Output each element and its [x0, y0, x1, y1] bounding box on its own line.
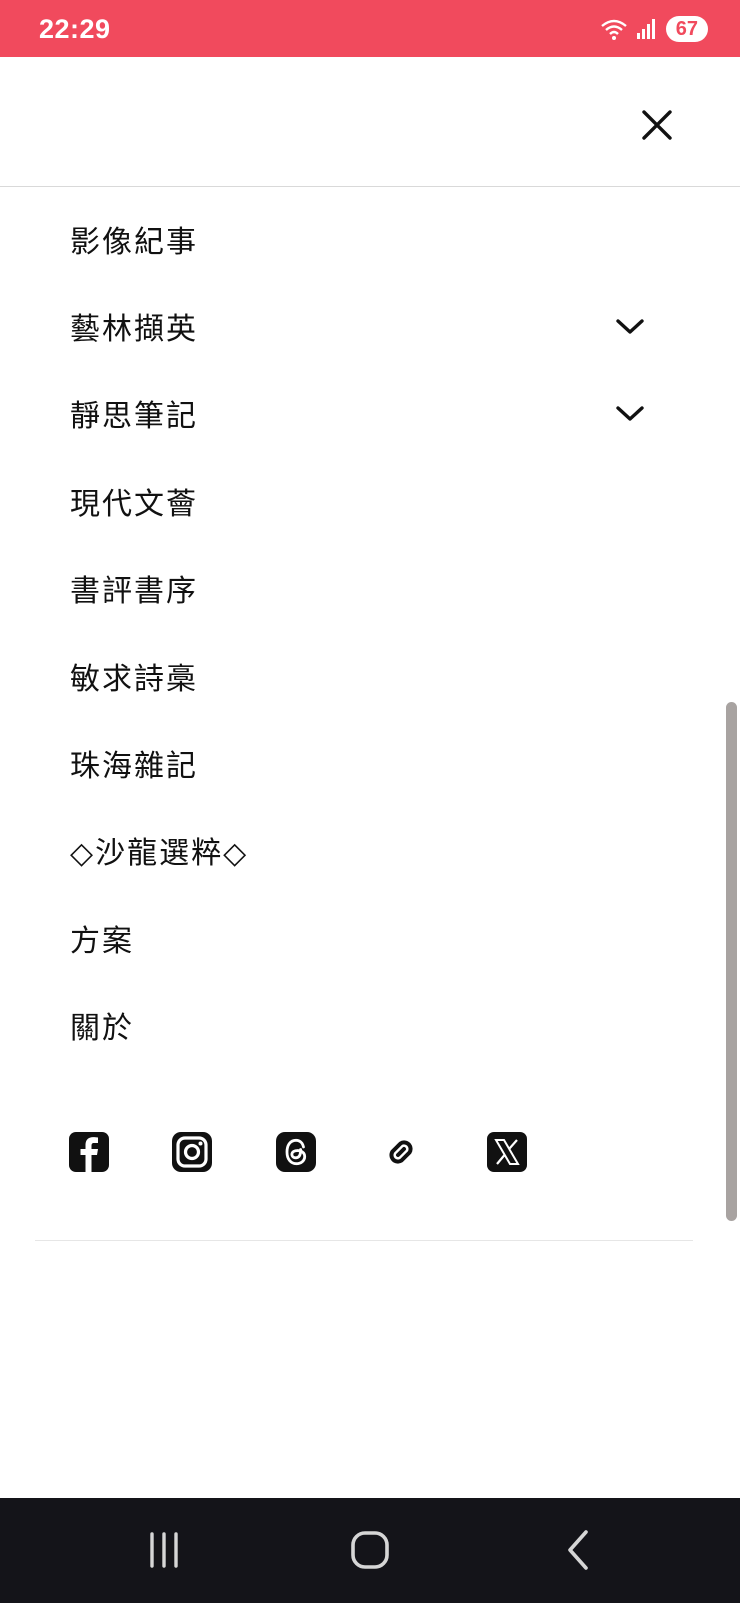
back-icon[interactable] — [548, 1520, 608, 1580]
social-links — [0, 1130, 740, 1176]
recent-apps-icon[interactable] — [134, 1520, 194, 1580]
wifi-icon — [600, 19, 627, 40]
status-bar: 22:29 67 — [0, 0, 740, 57]
status-time: 22:29 — [39, 14, 111, 44]
menu-header — [0, 57, 740, 187]
menu-item[interactable]: 書評書序 — [0, 545, 740, 632]
menu-item[interactable]: 珠海雜記 — [0, 719, 740, 806]
threads-icon[interactable] — [274, 1130, 318, 1174]
menu-item[interactable]: 敏求詩槀 — [0, 632, 740, 719]
battery-indicator: 67 — [665, 16, 708, 42]
menu-item[interactable]: 藝林擷英 — [0, 282, 740, 369]
menu-item[interactable]: 方案 — [0, 894, 740, 981]
nav-menu: 影像紀事 藝林擷英 靜思筆記 現代文薈 書評書序 敏求詩槀 珠海雜記 ◇沙龍選粹… — [0, 195, 740, 1069]
menu-item-label: 方案 — [70, 923, 134, 959]
menu-item-label: 書評書序 — [70, 574, 198, 610]
signal-icon — [636, 19, 655, 39]
link-icon[interactable] — [379, 1130, 423, 1174]
close-icon[interactable] — [636, 104, 678, 146]
menu-item[interactable]: 影像紀事 — [0, 195, 740, 282]
footer-divider — [35, 1240, 693, 1241]
menu-item[interactable]: ◇沙龍選粹◇ — [0, 807, 740, 894]
chevron-down-icon[interactable] — [614, 397, 646, 429]
home-icon[interactable] — [340, 1520, 400, 1580]
menu-item-label: 影像紀事 — [70, 224, 198, 260]
menu-item-label: 靜思筆記 — [70, 399, 198, 435]
x-icon[interactable] — [485, 1130, 529, 1174]
menu-item[interactable]: 現代文薈 — [0, 457, 740, 544]
menu-item-label: 珠海雜記 — [70, 749, 198, 785]
scrollbar[interactable] — [726, 702, 737, 1221]
menu-item-label: 藝林擷英 — [70, 312, 198, 348]
menu-item-label: 關於 — [70, 1011, 134, 1047]
status-icons: 67 — [600, 16, 708, 42]
system-nav-bar — [0, 1498, 740, 1603]
menu-item[interactable]: 關於 — [0, 982, 740, 1069]
facebook-icon[interactable] — [67, 1130, 111, 1174]
menu-item-label: 現代文薈 — [70, 486, 198, 522]
menu-item[interactable]: 靜思筆記 — [0, 370, 740, 457]
menu-item-label: ◇沙龍選粹◇ — [70, 836, 249, 872]
menu-item-label: 敏求詩槀 — [70, 661, 198, 697]
chevron-down-icon[interactable] — [614, 310, 646, 342]
instagram-icon[interactable] — [170, 1130, 214, 1174]
